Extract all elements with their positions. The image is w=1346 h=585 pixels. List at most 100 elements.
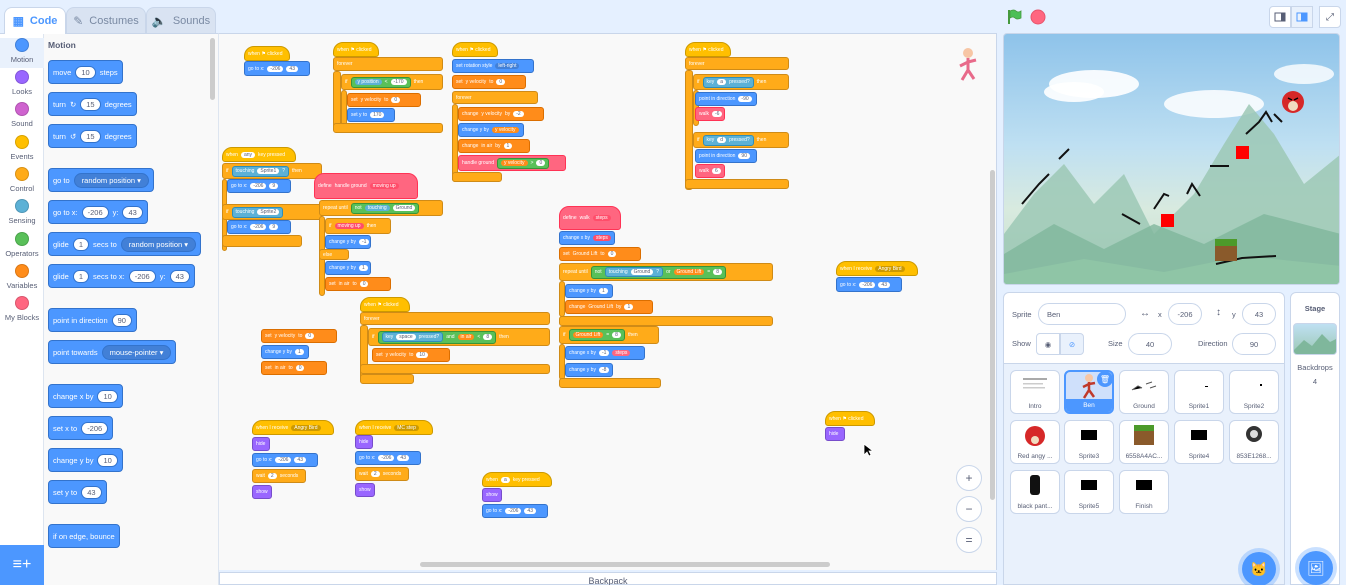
script-block[interactable]: if moving up then [325, 218, 391, 234]
block-input[interactable]: -8 [598, 367, 610, 373]
block-dropdown[interactable]: any [240, 151, 256, 158]
category-variables[interactable]: Variables [0, 264, 44, 294]
block-turn-left[interactable]: turn ↺ 15 degrees [48, 124, 137, 148]
category-events[interactable]: Events [0, 135, 44, 165]
script-block[interactable]: go to x: -206 43 [482, 504, 548, 518]
category-operators[interactable]: Operators [0, 232, 44, 262]
script-block[interactable]: if key d pressed? then [693, 132, 789, 148]
block-input[interactable]: -206 [250, 224, 267, 230]
block-dropdown[interactable]: Sprite1 [257, 168, 280, 174]
sensing-block[interactable]: touching Sprite1? [231, 165, 290, 177]
block-dropdown[interactable]: Angry Bird [875, 265, 905, 272]
sensing-block[interactable]: key d pressed? [702, 134, 754, 146]
block-input[interactable]: 0 [295, 365, 305, 371]
block-input[interactable]: 1 [624, 304, 634, 310]
block-input[interactable]: 170 [370, 112, 385, 118]
script-block[interactable]: change y by 1 [325, 261, 371, 275]
sprite-tile-ben[interactable]: Ben 🗑 [1064, 370, 1114, 414]
script-block[interactable]: when ⚑ clicked [452, 42, 498, 57]
sprite-tile-black-panther[interactable]: black pant... [1010, 470, 1060, 514]
block-input[interactable]: -170 [390, 79, 407, 85]
block-dropdown[interactable]: a [717, 79, 727, 85]
sprite-tile-sprite2[interactable]: Sprite2 [1229, 370, 1279, 414]
block-input[interactable]: 9 [269, 224, 279, 230]
sprite-tile-6558a4ac[interactable]: 6558A4AC... [1119, 420, 1169, 464]
script-block[interactable]: when I receive Angry Bird [836, 261, 918, 276]
script-block[interactable]: forever [452, 91, 538, 104]
x-position-input[interactable]: -206 [1168, 303, 1202, 325]
sprite-tile-sprite5[interactable]: Sprite5 [1064, 470, 1114, 514]
script-block[interactable]: when a key pressed [482, 472, 552, 487]
zoom-out-button[interactable]: − [956, 496, 982, 522]
palette-scrollbar[interactable] [210, 38, 215, 100]
script-block[interactable]: change in air by 1 [458, 139, 530, 153]
script-block[interactable]: set y velocity to 0 [347, 93, 421, 107]
block-dropdown[interactable]: Ground [630, 269, 654, 275]
block-dropdown[interactable]: Ground [392, 205, 416, 211]
block-input[interactable]: -206 [275, 457, 292, 463]
operator-block[interactable]: not touching Ground? or Ground Lift = 8 [590, 265, 726, 279]
category-motion[interactable]: Motion [0, 38, 44, 68]
block-input[interactable]: -1 [598, 350, 610, 356]
add-sprite-button[interactable]: 🐱 [1242, 552, 1276, 585]
block-input[interactable]: 8 [612, 332, 621, 338]
script-block[interactable]: set rotation style left-right [452, 59, 534, 73]
block-glide-to[interactable]: glide 1 secs to random position ▾ [48, 232, 202, 256]
stop-icon[interactable] [1030, 9, 1046, 25]
sprite-name-input[interactable]: Ben [1038, 303, 1126, 325]
block-input[interactable]: 15 [80, 97, 101, 111]
script-block[interactable]: if y position < -170 then [341, 74, 443, 90]
block-input[interactable]: 15 [80, 129, 101, 143]
show-hidden-button[interactable]: ⊘ [1060, 333, 1084, 355]
block-input[interactable]: 1 [294, 349, 304, 355]
block-input[interactable]: 43 [524, 508, 536, 514]
block-input[interactable]: 1 [72, 237, 90, 251]
stage-target-panel[interactable]: Stage Backdrops 4 🖼 [1290, 292, 1340, 585]
block-go-to-xy[interactable]: go to x: -206 y: 43 [48, 200, 148, 224]
block-go-to[interactable]: go to random position ▾ [48, 168, 154, 192]
sprite-tile-red-angry[interactable]: Red angy ... [1010, 420, 1060, 464]
block-input[interactable]: 10 [97, 453, 118, 467]
script-block[interactable]: show [252, 485, 272, 499]
script-block[interactable]: if touching Sprite2 [222, 204, 322, 220]
script-block[interactable]: when ⚑ clicked [825, 411, 875, 426]
code-workspace[interactable]: when ⚑ clicked go to x: -206 43 when ⚑ cli… [219, 33, 997, 570]
script-block[interactable]: walk 6 [695, 164, 725, 178]
sprite-tile-sprite1[interactable]: Sprite1 [1174, 370, 1224, 414]
script-block[interactable]: change Ground Lift by 1 [565, 300, 653, 314]
block-edge-bounce[interactable]: if on edge, bounce [48, 524, 120, 548]
script-block[interactable]: point in direction -90 [695, 92, 757, 106]
block-input[interactable]: -90 [738, 96, 752, 102]
script-block[interactable]: set y velocity to 10 [372, 348, 450, 362]
sensing-block[interactable]: key a pressed? [702, 76, 754, 88]
block-dropdown[interactable]: a [500, 476, 510, 483]
script-block[interactable]: when ⚑ clicked [244, 46, 290, 61]
block-input[interactable]: 8 [483, 334, 493, 340]
sensing-block[interactable]: key space pressed? [381, 332, 444, 342]
category-control[interactable]: Control [0, 167, 44, 197]
script-block[interactable]: hide [252, 437, 270, 451]
script-block[interactable]: change y by y velocity [458, 123, 524, 137]
script-block[interactable]: go to x: -206 43 [836, 277, 902, 292]
tab-code[interactable]: ▦ Code [4, 7, 66, 34]
block-input[interactable]: -1 [358, 239, 370, 245]
workspace-horizontal-scrollbar[interactable] [420, 562, 830, 567]
script-block[interactable]: change x by steps [559, 231, 615, 245]
block-input[interactable]: 0 [496, 79, 506, 85]
direction-input[interactable]: 90 [1232, 333, 1276, 355]
show-visible-button[interactable]: ◉ [1036, 333, 1060, 355]
block-set-y[interactable]: set y to 43 [48, 480, 107, 504]
category-sound[interactable]: Sound [0, 102, 44, 132]
block-input[interactable]: 43 [397, 455, 409, 461]
block-input[interactable]: 10 [416, 352, 428, 358]
script-block[interactable]: go to x: -206 9 [227, 179, 291, 193]
script-block[interactable]: else [319, 249, 349, 260]
sensing-block[interactable]: touching Ground? [604, 267, 664, 277]
add-backdrop-button[interactable]: 🖼 [1299, 551, 1333, 585]
block-dropdown[interactable]: Angry Bird [291, 424, 321, 431]
block-input[interactable]: 9 [269, 183, 279, 189]
block-dropdown[interactable]: space [396, 334, 416, 340]
script-block[interactable]: if key a pressed? then [693, 74, 789, 90]
script-block[interactable]: change y by 1 [565, 284, 613, 298]
sprite-tile-sprite3[interactable]: Sprite3 [1064, 420, 1114, 464]
